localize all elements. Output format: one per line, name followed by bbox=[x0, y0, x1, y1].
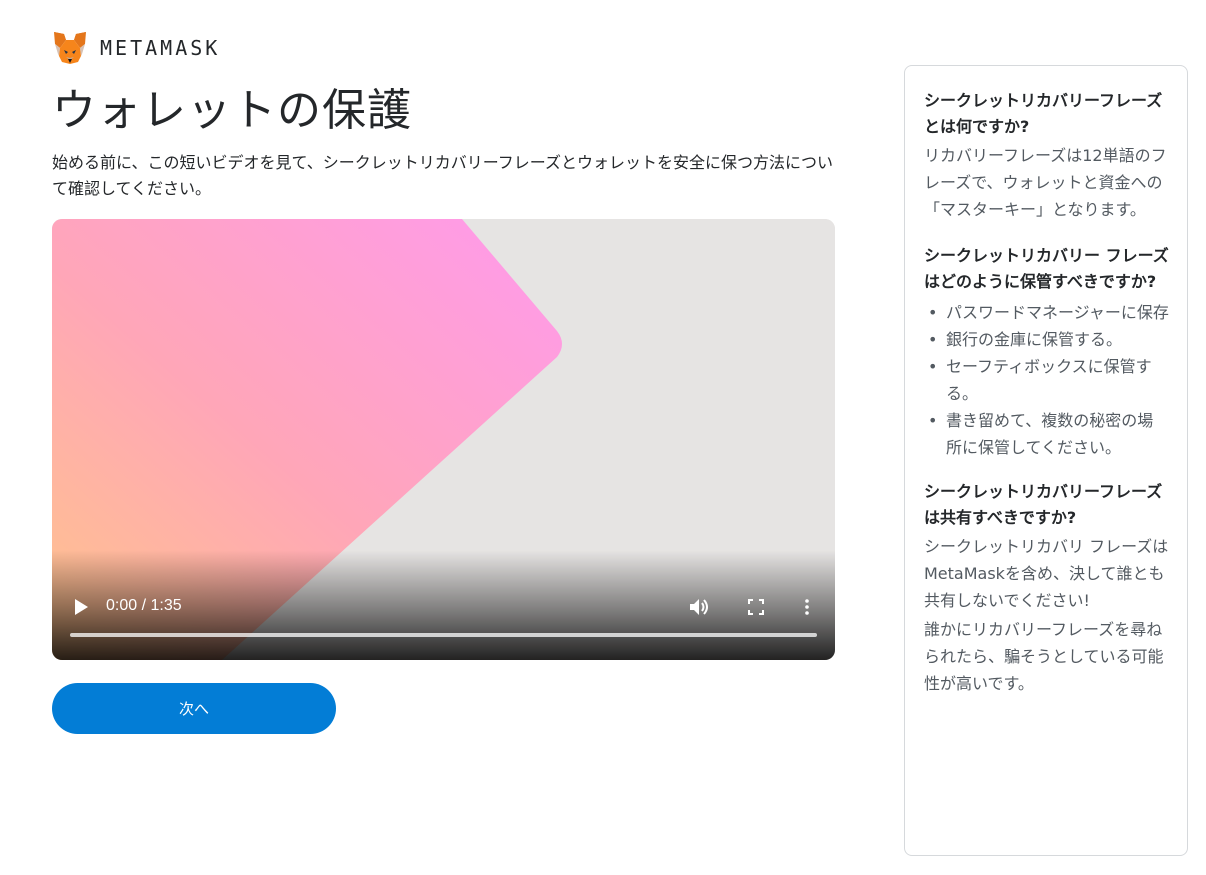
storage-list: パスワードマネージャーに保存 銀行の金庫に保管する。 セーフティボックスに保管す… bbox=[924, 299, 1169, 461]
video-player[interactable]: 0:00 / 1:35 bbox=[52, 219, 835, 660]
page-title: ウォレットの保護 bbox=[52, 85, 412, 136]
video-progress-bar[interactable] bbox=[70, 633, 817, 637]
list-item: 書き留めて、複数の秘密の場所に保管してください。 bbox=[924, 407, 1169, 461]
list-item: セーフティボックスに保管する。 bbox=[924, 353, 1169, 407]
q3-body: シークレットリカバリ フレーズはMetaMaskを含め、決して誰とも共有しないで… bbox=[924, 537, 1169, 610]
brand: METAMASK bbox=[52, 30, 220, 66]
q1-body: リカバリーフレーズは12単語のフレーズで、ウォレットと資金への「マスターキー」と… bbox=[924, 146, 1167, 219]
warning-text: 誰かにリカバリーフレーズを尋ねられたら、騙そうとしている可能性が高いです。 bbox=[924, 620, 1164, 693]
q1-title: シークレットリカバリーフレーズとは何ですか? bbox=[924, 91, 1163, 136]
fullscreen-icon[interactable] bbox=[744, 595, 768, 619]
list-item: 銀行の金庫に保管する。 bbox=[924, 326, 1169, 353]
volume-icon[interactable] bbox=[688, 595, 712, 619]
video-time: 0:00 / 1:35 bbox=[106, 597, 182, 614]
q3-title: シークレットリカバリーフレーズは共有すべきですか? bbox=[924, 482, 1163, 527]
info-panel: シークレットリカバリーフレーズとは何ですか? リカバリーフレーズは12単語のフレ… bbox=[904, 65, 1188, 856]
list-item: パスワードマネージャーに保存 bbox=[924, 299, 1169, 326]
more-options-icon[interactable] bbox=[798, 595, 816, 619]
q2-title: シークレットリカバリー フレーズはどのように保管すべきですか? bbox=[924, 246, 1169, 291]
next-button[interactable]: 次へ bbox=[52, 683, 336, 734]
intro-text: 始める前に、この短いビデオを見て、シークレットリカバリーフレーズとウォレットを安… bbox=[52, 153, 833, 198]
brand-wordmark: METAMASK bbox=[100, 36, 221, 60]
metamask-fox-icon bbox=[54, 32, 86, 64]
play-icon[interactable] bbox=[70, 596, 92, 618]
